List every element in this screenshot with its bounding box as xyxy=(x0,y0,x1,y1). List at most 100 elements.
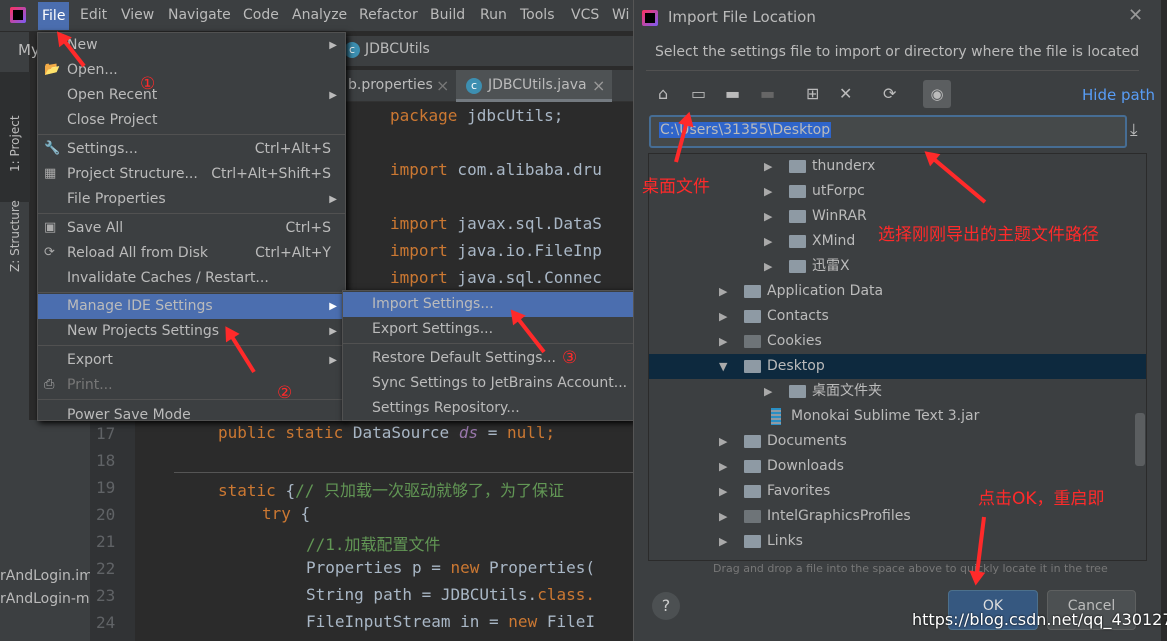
tree-row[interactable]: ▶ 迅雷X xyxy=(649,254,1146,279)
menu-item-settings[interactable]: 🔧 Settings... Ctrl+Alt+S xyxy=(38,137,345,162)
tree-row[interactable]: ▶ Contacts xyxy=(649,304,1146,329)
menu-item-power-save-mode[interactable]: Power Save Mode xyxy=(38,403,345,428)
tree-row-label: 迅雷X xyxy=(812,258,850,274)
menu-code[interactable]: Code xyxy=(243,7,279,23)
collapse-arrow-icon[interactable]: ▼ xyxy=(719,354,727,379)
menu-item-export-settings[interactable]: Export Settings... xyxy=(343,317,633,342)
new-folder-icon[interactable]: ⊞ xyxy=(806,84,819,103)
project-file[interactable]: rAndLogin.im xyxy=(0,568,93,584)
expand-arrow-icon[interactable]: ▶ xyxy=(719,279,727,304)
expand-arrow-icon[interactable]: ▶ xyxy=(764,379,772,404)
code-import: import java.io.FileInp xyxy=(390,241,602,260)
menu-item-open[interactable]: 📂 Open... xyxy=(38,58,345,83)
refresh-icon[interactable]: ⟳ xyxy=(883,84,896,103)
show-hidden-files-icon[interactable]: ◉ xyxy=(923,80,951,108)
project-tool-tab[interactable]: 1: Project xyxy=(8,115,22,172)
tree-row-label: Favorites xyxy=(767,483,831,499)
help-button[interactable]: ? xyxy=(652,592,680,620)
tree-row-label: XMind xyxy=(812,233,856,249)
menu-tools[interactable]: Tools xyxy=(520,7,555,23)
menu-item-restore-defaults[interactable]: Restore Default Settings... xyxy=(343,346,633,371)
tab-jdbcutils-java[interactable]: c JDBCUtils.java × xyxy=(456,70,612,102)
menu-edit[interactable]: Edit xyxy=(80,7,107,23)
submenu-arrow-icon: ▶ xyxy=(329,194,337,205)
expand-arrow-icon[interactable]: ▶ xyxy=(719,479,727,504)
expand-arrow-icon[interactable]: ▶ xyxy=(719,329,727,354)
folder-open-icon: 📂 xyxy=(44,62,61,77)
download-icon[interactable]: ⤓ xyxy=(1130,120,1138,140)
close-icon[interactable]: × xyxy=(592,76,605,95)
tree-row-label: Downloads xyxy=(767,458,844,474)
expand-arrow-icon[interactable]: ▶ xyxy=(764,154,772,179)
tree-row[interactable]: ▼ Desktop xyxy=(649,354,1146,379)
tree-row[interactable]: ▶ 桌面文件夹 xyxy=(649,379,1146,404)
tree-row[interactable]: Monokai Sublime Text 3.jar xyxy=(649,404,1146,429)
delete-icon[interactable]: ✕ xyxy=(839,84,852,103)
menu-item-settings-repository[interactable]: Settings Repository... xyxy=(343,396,633,421)
expand-arrow-icon[interactable]: ▶ xyxy=(719,504,727,529)
expand-arrow-icon[interactable]: ▶ xyxy=(764,254,772,279)
expand-arrow-icon[interactable]: ▶ xyxy=(719,304,727,329)
menu-item-close-project[interactable]: Close Project xyxy=(38,108,345,133)
tree-row[interactable]: ▶ thunderx xyxy=(649,154,1146,179)
menu-item-invalidate-caches[interactable]: Invalidate Caches / Restart... xyxy=(38,266,345,291)
tree-row-label: WinRAR xyxy=(812,208,867,224)
file-menu: New ▶ 📂 Open... Open Recent ▶ Close Project… xyxy=(37,32,346,423)
menu-item-export[interactable]: Export ▶ xyxy=(38,348,345,373)
menu-navigate[interactable]: Navigate xyxy=(168,7,231,23)
menu-window[interactable]: Wi xyxy=(612,7,629,23)
tree-scrollbar[interactable] xyxy=(1135,413,1145,466)
expand-arrow-icon[interactable]: ▶ xyxy=(719,429,727,454)
line-number: 22 xyxy=(96,559,116,578)
menu-run[interactable]: Run xyxy=(480,7,507,23)
menu-file[interactable]: File xyxy=(38,2,70,30)
tree-row-label: Contacts xyxy=(767,308,829,324)
expand-arrow-icon[interactable]: ▶ xyxy=(719,529,727,554)
tree-row[interactable]: ▶ Documents xyxy=(649,429,1146,454)
menu-vcs[interactable]: VCS xyxy=(571,7,599,23)
hide-path-link[interactable]: Hide path xyxy=(1082,86,1155,104)
menu-bar: File Edit View Navigate Code Analyze Ref… xyxy=(0,0,640,32)
menu-view[interactable]: View xyxy=(121,7,154,23)
home-icon[interactable]: ⌂ xyxy=(658,84,668,103)
path-input[interactable]: C:\Users\31355\Desktop xyxy=(649,115,1127,148)
menu-refactor[interactable]: Refactor xyxy=(359,7,418,23)
folder-link-icon xyxy=(744,335,761,348)
code-package: package jdbcUtils; xyxy=(390,106,564,125)
folder-icon xyxy=(789,210,806,223)
structure-tool-tab[interactable]: Z: Structure xyxy=(8,200,22,272)
project-file[interactable]: rAndLogin-m xyxy=(0,591,90,607)
close-icon[interactable]: × xyxy=(436,76,449,95)
menu-item-open-recent[interactable]: Open Recent ▶ xyxy=(38,83,345,108)
tree-row[interactable]: ▶ utForpc xyxy=(649,179,1146,204)
breadcrumb[interactable]: JDBCUtils xyxy=(365,41,430,57)
menu-item-manage-ide-settings[interactable]: Manage IDE Settings ▶ xyxy=(38,294,345,319)
tree-row[interactable]: ▶ Application Data xyxy=(649,279,1146,304)
menu-item-new[interactable]: New ▶ xyxy=(38,33,345,58)
menu-item-reload[interactable]: ⟳ Reload All from Disk Ctrl+Alt+Y xyxy=(38,241,345,266)
tab-db-properties[interactable]: b.properties xyxy=(348,77,433,93)
expand-arrow-icon[interactable]: ▶ xyxy=(764,229,772,254)
expand-arrow-icon[interactable]: ▶ xyxy=(764,179,772,204)
tree-row-label: utForpc xyxy=(812,183,865,199)
menu-item-import-settings[interactable]: Import Settings... xyxy=(343,292,633,317)
desktop-icon[interactable]: ▭ xyxy=(691,84,706,103)
menu-analyze[interactable]: Analyze xyxy=(292,7,347,23)
expand-arrow-icon[interactable]: ▶ xyxy=(719,454,727,479)
menu-item-save-all[interactable]: ▣ Save All Ctrl+S xyxy=(38,216,345,241)
separator xyxy=(38,345,345,346)
close-icon[interactable]: ✕ xyxy=(1128,5,1143,26)
project-folder-icon[interactable]: ▬ xyxy=(725,84,740,103)
menu-item-project-structure[interactable]: ▦ Project Structure... Ctrl+Alt+Shift+S xyxy=(38,162,345,187)
menu-item-new-projects-settings[interactable]: New Projects Settings ▶ xyxy=(38,319,345,344)
drag-drop-hint: Drag and drop a file into the space abov… xyxy=(713,562,1108,575)
tree-row[interactable]: ▶ Links xyxy=(649,529,1146,554)
expand-arrow-icon[interactable]: ▶ xyxy=(764,204,772,229)
annotation-select-path: 选择刚刚导出的主题文件路径 xyxy=(878,225,1099,245)
menu-build[interactable]: Build xyxy=(430,7,465,23)
menu-item-sync-settings[interactable]: Sync Settings to JetBrains Account... xyxy=(343,371,633,396)
tree-row[interactable]: ▶ Downloads xyxy=(649,454,1146,479)
wrench-icon: 🔧 xyxy=(44,141,61,156)
menu-item-file-properties[interactable]: File Properties ▶ xyxy=(38,187,345,212)
tree-row[interactable]: ▶ Cookies xyxy=(649,329,1146,354)
